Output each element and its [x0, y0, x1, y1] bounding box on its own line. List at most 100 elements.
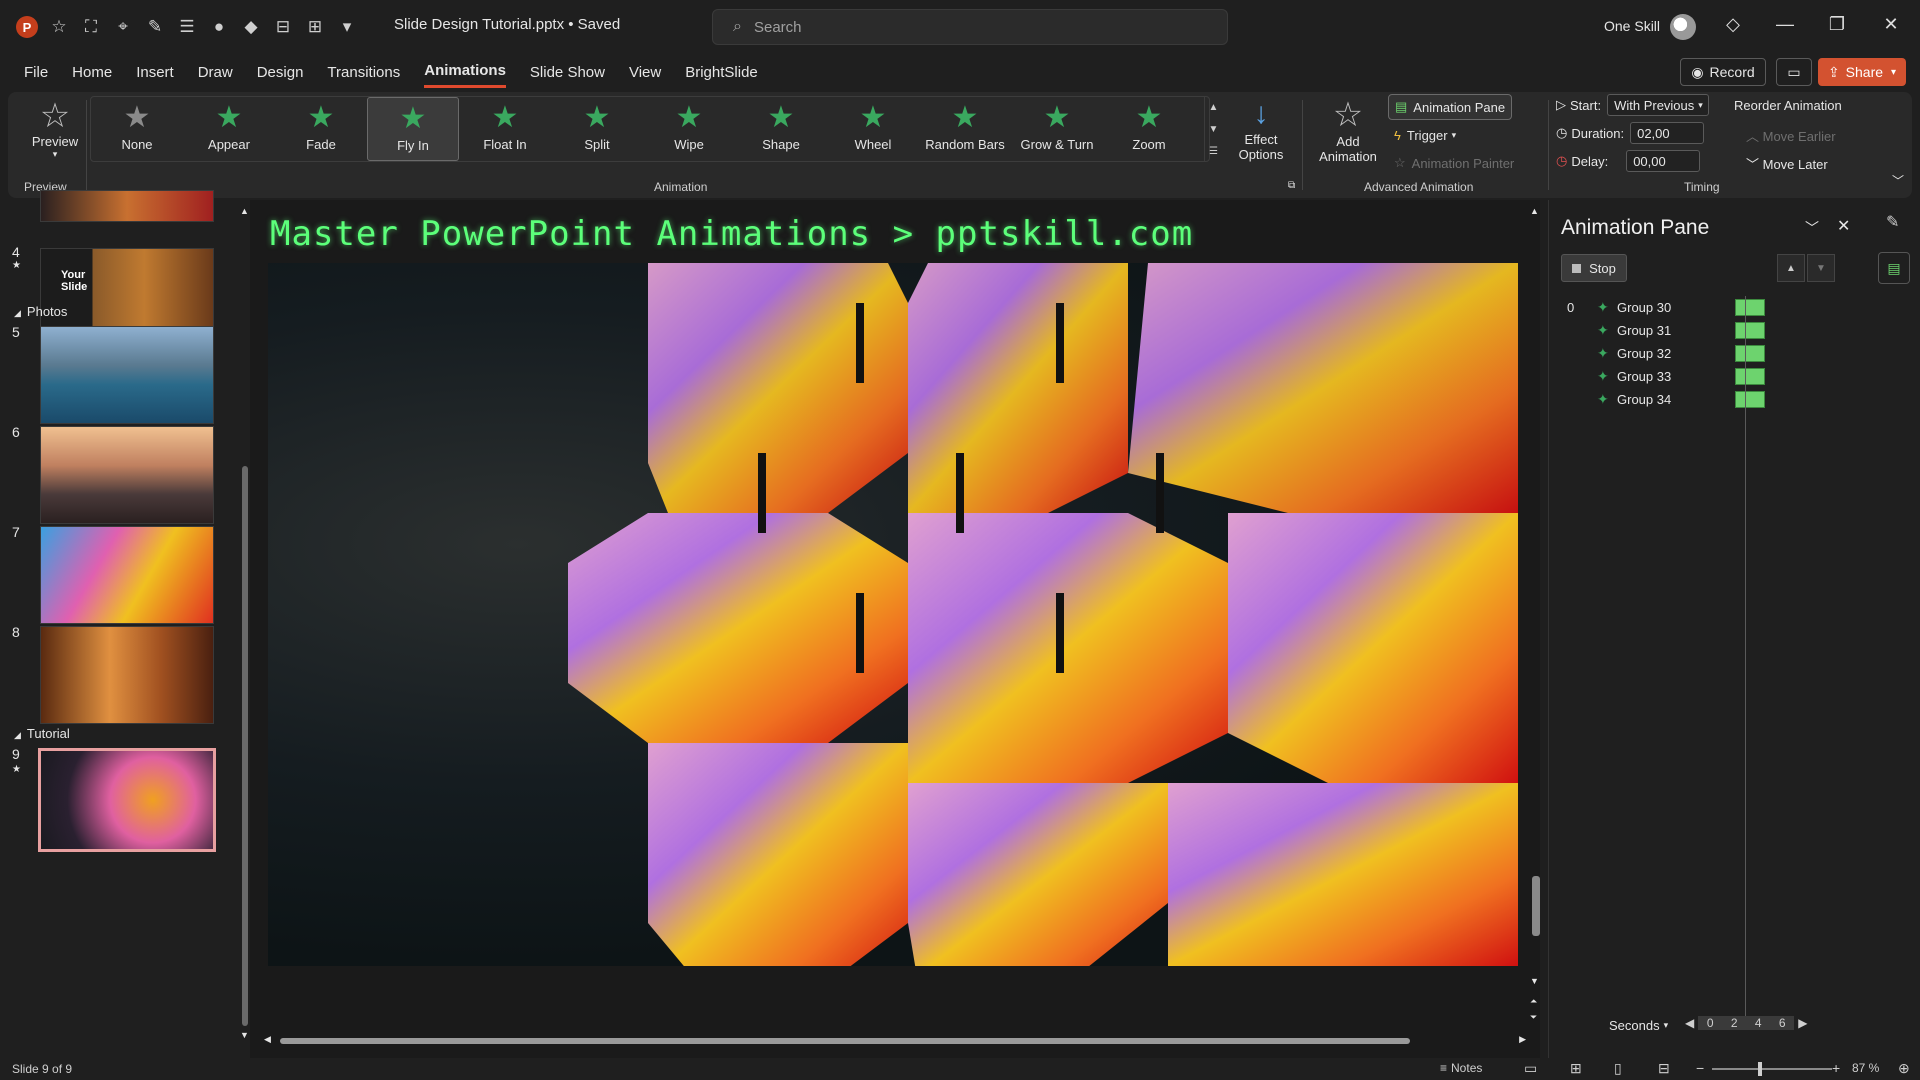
animation-item[interactable]: ✦Group 32	[1567, 342, 1847, 365]
minimize-button[interactable]: —	[1770, 14, 1800, 35]
slide-thumbnail-9[interactable]	[38, 748, 216, 852]
section-photos[interactable]: ◢Photos	[14, 304, 67, 319]
animation-wheel[interactable]: ★Wheel	[827, 97, 919, 161]
move-up-button[interactable]: ▲	[1777, 254, 1805, 282]
zoom-level[interactable]: 87 %	[1852, 1061, 1879, 1075]
document-title[interactable]: Slide Design Tutorial.pptx • Saved	[394, 16, 620, 33]
previous-slide-icon[interactable]: ⏶	[1530, 996, 1537, 1007]
list-icon[interactable]: ☰	[176, 16, 198, 38]
scroll-up-icon[interactable]: ▲	[240, 206, 249, 216]
trigger-button[interactable]: ϟTrigger▾	[1388, 122, 1462, 148]
record-button[interactable]: ◉Record	[1680, 58, 1766, 86]
align-icon[interactable]: ⊟	[272, 16, 294, 38]
designer-icon[interactable]: ✎	[1886, 212, 1899, 232]
tab-design[interactable]: Design	[257, 58, 304, 87]
thumbnail-scrollbar[interactable]: ▲ ▼	[240, 206, 250, 1042]
scroll-down-icon[interactable]: ▼	[1530, 976, 1539, 986]
normal-view-icon[interactable]: ▭	[1524, 1060, 1537, 1077]
move-down-button[interactable]: ▼	[1807, 254, 1835, 282]
search-input[interactable]: ⌕ Search	[712, 9, 1228, 45]
timeline-bar[interactable]	[1735, 299, 1765, 316]
notes-button[interactable]: ≡Notes	[1440, 1061, 1482, 1075]
scale-left-icon[interactable]: ◀	[1685, 1016, 1694, 1030]
animation-pane-icon[interactable]: ▤	[1878, 252, 1910, 284]
animation-grow-turn[interactable]: ★Grow & Turn	[1011, 97, 1103, 161]
restore-button[interactable]: ❐	[1822, 14, 1852, 35]
scroll-left-icon[interactable]: ◀	[264, 1034, 271, 1045]
close-icon[interactable]: ✕	[1837, 216, 1850, 236]
animation-float-in[interactable]: ★Float In	[459, 97, 551, 161]
animation-zoom[interactable]: ★Zoom	[1103, 97, 1195, 161]
shapes-icon[interactable]: ◆	[240, 16, 262, 38]
animation-wipe[interactable]: ★Wipe	[643, 97, 735, 161]
animation-item[interactable]: 0✦Group 30	[1567, 296, 1847, 319]
share-button[interactable]: ⇪Share▾	[1818, 58, 1906, 86]
gallery-scroll[interactable]: ▲ ▼ ☰	[1204, 96, 1222, 162]
tab-animations[interactable]: Animations	[424, 56, 506, 88]
animation-fly-in[interactable]: ★Fly In	[367, 97, 459, 161]
tab-file[interactable]: File	[24, 58, 48, 87]
animation-painter-button[interactable]: ☆Animation Painter	[1388, 150, 1520, 176]
dialog-launcher-icon[interactable]: ⧉	[1288, 180, 1295, 191]
hexagon-image-group[interactable]	[268, 263, 1518, 966]
scroll-up-icon[interactable]: ▲	[1530, 206, 1539, 216]
target-icon[interactable]: ⌖	[112, 16, 134, 38]
animation-none[interactable]: ★None	[91, 97, 183, 161]
animation-fade[interactable]: ★Fade	[275, 97, 367, 161]
pane-options-icon[interactable]: ﹀	[1805, 218, 1819, 238]
zoom-slider[interactable]	[1712, 1068, 1832, 1070]
scroll-thumb[interactable]	[1532, 876, 1540, 936]
slide-thumbnail-7[interactable]	[40, 526, 214, 624]
distribute-icon[interactable]: ⊞	[304, 16, 326, 38]
tab-draw[interactable]: Draw	[198, 58, 233, 87]
move-earlier-button[interactable]: ︿ Move Earlier	[1746, 126, 1836, 145]
comments-button[interactable]: ▭	[1776, 58, 1812, 86]
tab-view[interactable]: View	[629, 58, 661, 87]
scroll-thumb[interactable]	[242, 466, 248, 1026]
slideshow-icon[interactable]: ⊟	[1658, 1060, 1670, 1077]
record-dot-icon[interactable]: ●	[208, 16, 230, 38]
scroll-up-icon[interactable]: ▲	[1209, 102, 1219, 113]
animation-item[interactable]: ✦Group 34	[1567, 388, 1847, 411]
draw-icon[interactable]: ✎	[144, 16, 166, 38]
scroll-down-icon[interactable]: ▼	[240, 1030, 249, 1040]
tab-slide-show[interactable]: Slide Show	[530, 58, 605, 87]
slide-thumbnail-8[interactable]	[40, 626, 214, 724]
close-button[interactable]: ✕	[1876, 14, 1906, 35]
reading-view-icon[interactable]: ▯	[1614, 1060, 1622, 1077]
animation-item[interactable]: ✦Group 31	[1567, 319, 1847, 342]
tab-insert[interactable]: Insert	[136, 58, 174, 87]
timeline-bar[interactable]	[1735, 391, 1765, 408]
move-later-button[interactable]: ﹀ Move Later	[1746, 154, 1828, 173]
tab-transitions[interactable]: Transitions	[327, 58, 400, 87]
slide-sorter-icon[interactable]: ⊞	[1570, 1060, 1582, 1077]
avatar[interactable]	[1670, 14, 1696, 40]
screenshot-icon[interactable]: ⛶	[80, 16, 102, 38]
scroll-down-icon[interactable]: ▼	[1209, 124, 1219, 135]
collapse-ribbon-icon[interactable]: ﹀	[1892, 172, 1904, 189]
premium-diamond-icon[interactable]: ◇	[1718, 14, 1748, 35]
tab-home[interactable]: Home	[72, 58, 112, 87]
timeline-scale[interactable]: ◀ 0 2 4 6 ▶	[1685, 1016, 1807, 1030]
duration-input[interactable]: 02,00	[1630, 122, 1704, 144]
pin-icon[interactable]: ☆	[48, 16, 70, 38]
vertical-scrollbar[interactable]: ▲ ▼ ⏶ ⏷	[1530, 206, 1542, 1026]
preview-button[interactable]: ☆ Preview ▾	[22, 98, 88, 178]
add-animation-button[interactable]: ☆ Add Animation	[1308, 96, 1388, 174]
zoom-in-icon[interactable]: +	[1832, 1060, 1840, 1076]
scale-right-icon[interactable]: ▶	[1798, 1016, 1807, 1030]
effect-options-button[interactable]: ↓ Effect Options	[1226, 96, 1296, 174]
start-select[interactable]: With Previous▾	[1607, 94, 1709, 116]
more-icon[interactable]: ☰	[1209, 146, 1218, 157]
animation-pane-button[interactable]: ▤Animation Pane	[1388, 94, 1512, 120]
animation-shape[interactable]: ★Shape	[735, 97, 827, 161]
horizontal-scrollbar[interactable]: ◀ ▶	[264, 1036, 1526, 1046]
section-tutorial[interactable]: ◢Tutorial	[14, 726, 70, 741]
next-slide-icon[interactable]: ⏷	[1530, 1012, 1537, 1023]
zoom-slider-thumb[interactable]	[1758, 1062, 1762, 1076]
scroll-thumb[interactable]	[280, 1038, 1410, 1044]
animation-appear[interactable]: ★Appear	[183, 97, 275, 161]
timeline-bar[interactable]	[1735, 345, 1765, 362]
scroll-right-icon[interactable]: ▶	[1519, 1034, 1526, 1045]
stop-button[interactable]: Stop	[1561, 254, 1627, 282]
